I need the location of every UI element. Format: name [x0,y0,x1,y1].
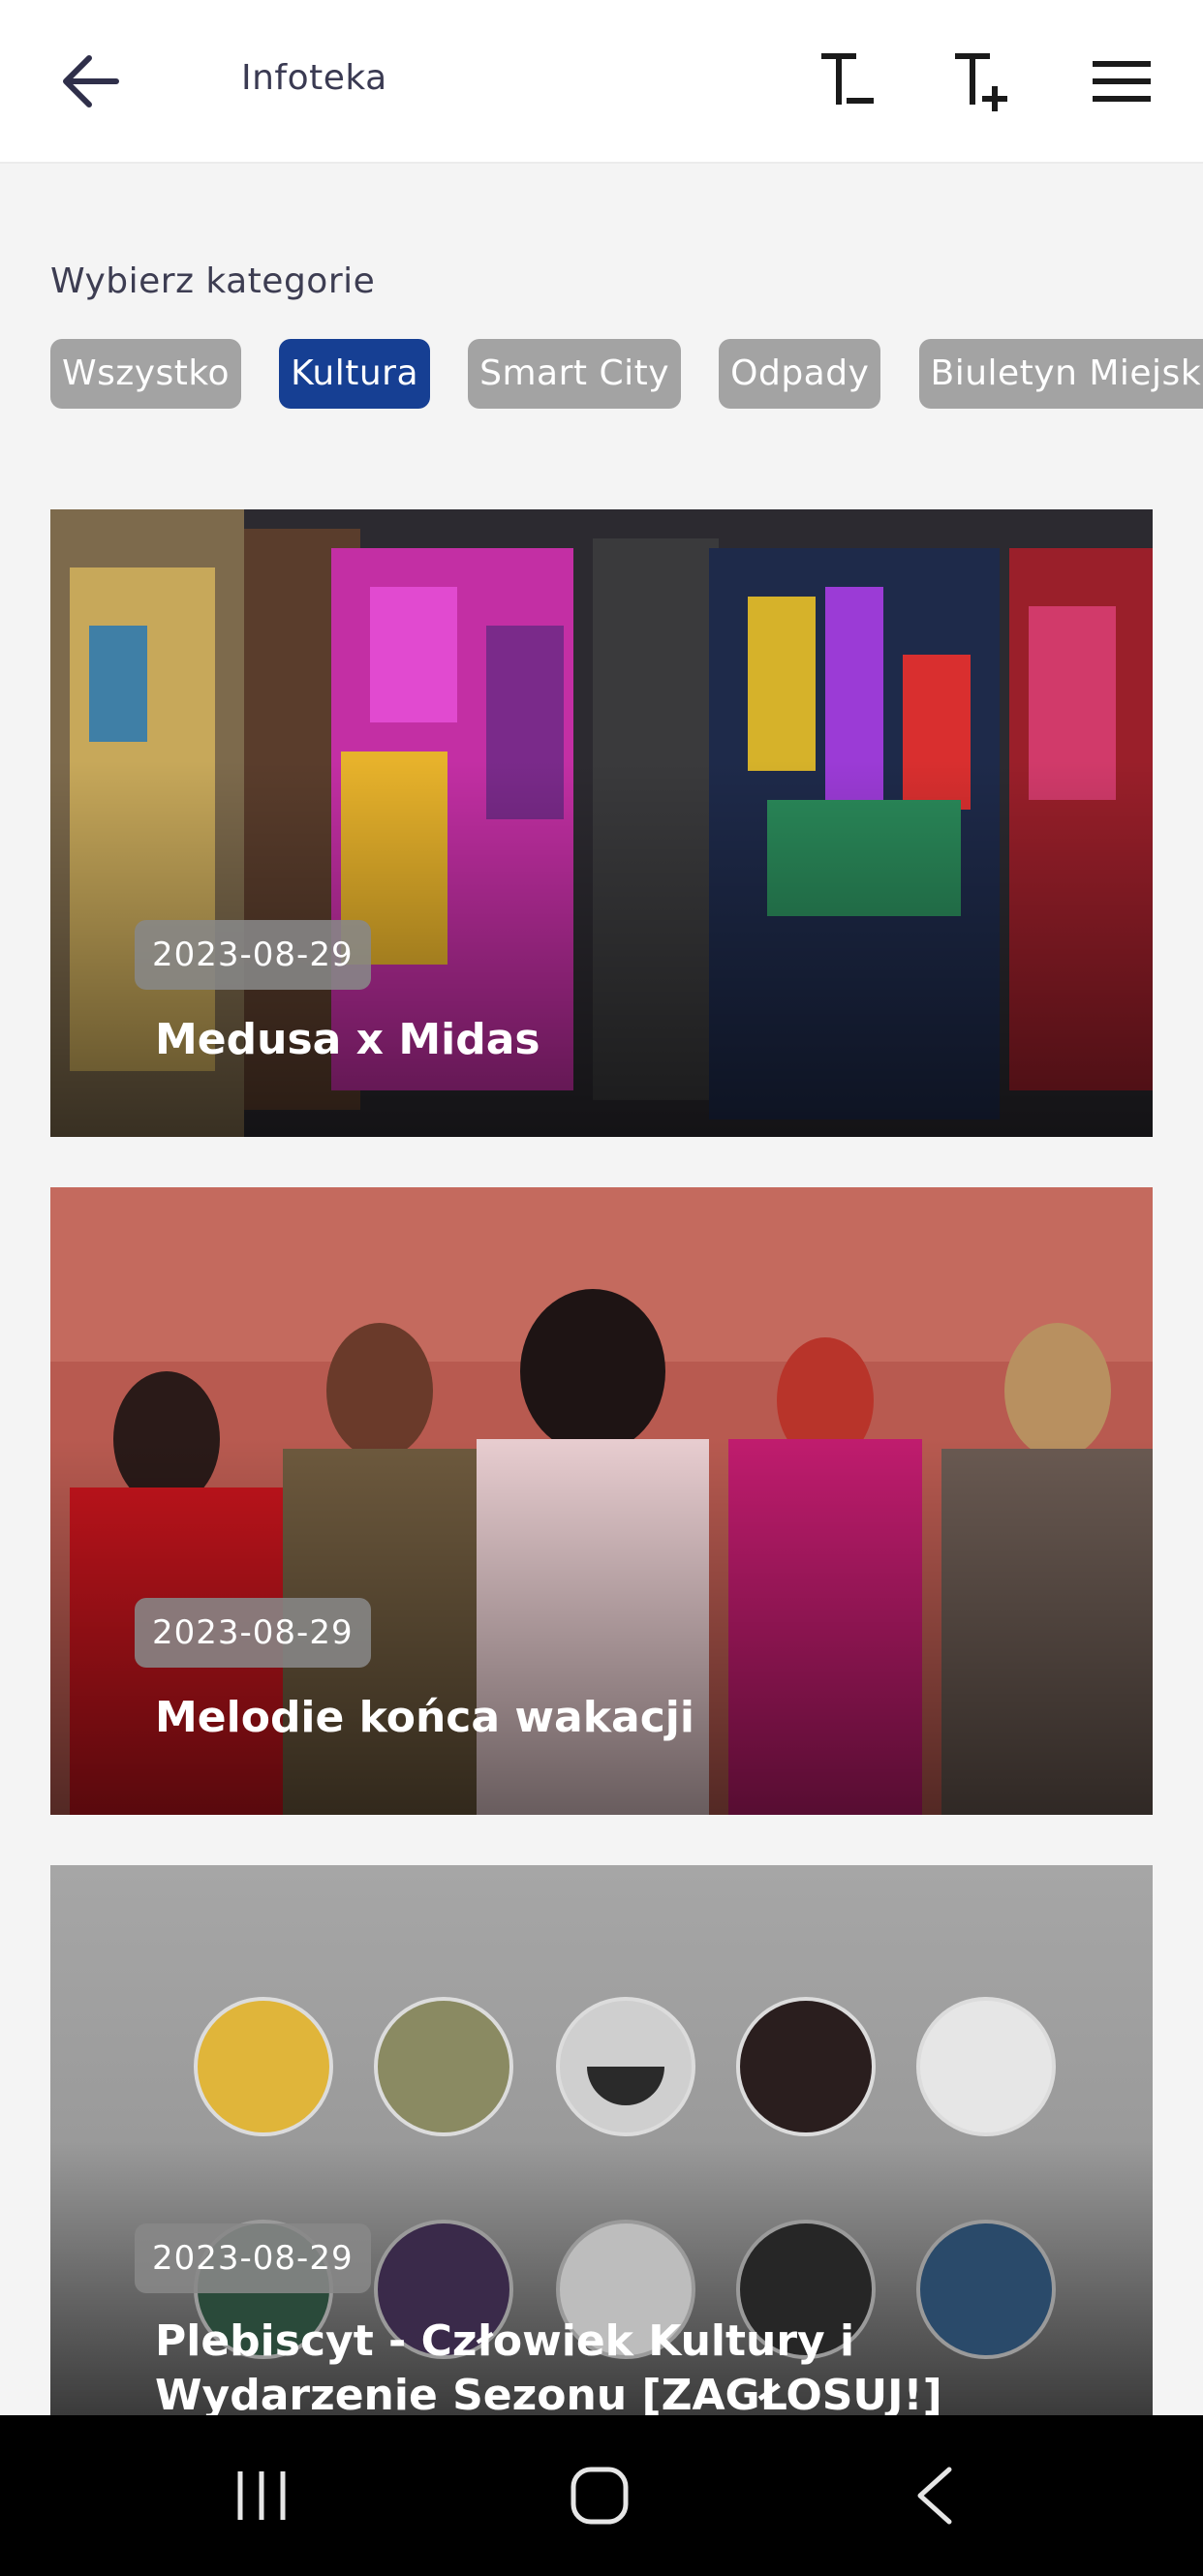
chip-wszystko[interactable]: Wszystko [50,339,242,409]
chip-kultura[interactable]: Kultura [279,339,431,409]
recent-apps-icon[interactable] [234,2464,289,2528]
article-card[interactable]: 2023-08-29 Medusa x Midas [50,509,1153,1137]
app-header: Infoteka [0,0,1203,164]
category-chips: Wszystko Kultura Smart City Odpady Biule… [50,339,1203,409]
chip-odpady[interactable]: Odpady [719,339,881,409]
hamburger-menu-icon[interactable] [1091,58,1153,105]
system-navigation-bar [0,2415,1203,2576]
article-card[interactable]: 2023-08-29 Plebiscyt - Człowiek Kultury … [50,1865,1153,2417]
home-icon[interactable] [568,2464,632,2528]
article-title: Medusa x Midas [155,1015,540,1064]
category-label: Wybierz kategorie [50,261,376,301]
article-title: Plebiscyt - Człowiek Kultury i Wydarzeni… [155,2316,942,2417]
back-arrow-icon[interactable] [56,48,128,114]
article-date-badge: 2023-08-29 [135,1598,371,1668]
article-date-badge: 2023-08-29 [135,2223,371,2293]
chip-smart-city[interactable]: Smart City [468,339,682,409]
chip-biuletyn-miejski[interactable]: Biuletyn Miejski [918,339,1203,409]
article-date-badge: 2023-08-29 [135,920,371,990]
page-title: Infoteka [241,58,387,98]
back-icon[interactable] [910,2464,959,2528]
article-title: Melodie końca wakacji [155,1693,694,1742]
text-increase-icon[interactable] [951,50,1013,112]
text-decrease-icon[interactable] [817,50,879,112]
article-card[interactable]: 2023-08-29 Melodie końca wakacji [50,1187,1153,1815]
